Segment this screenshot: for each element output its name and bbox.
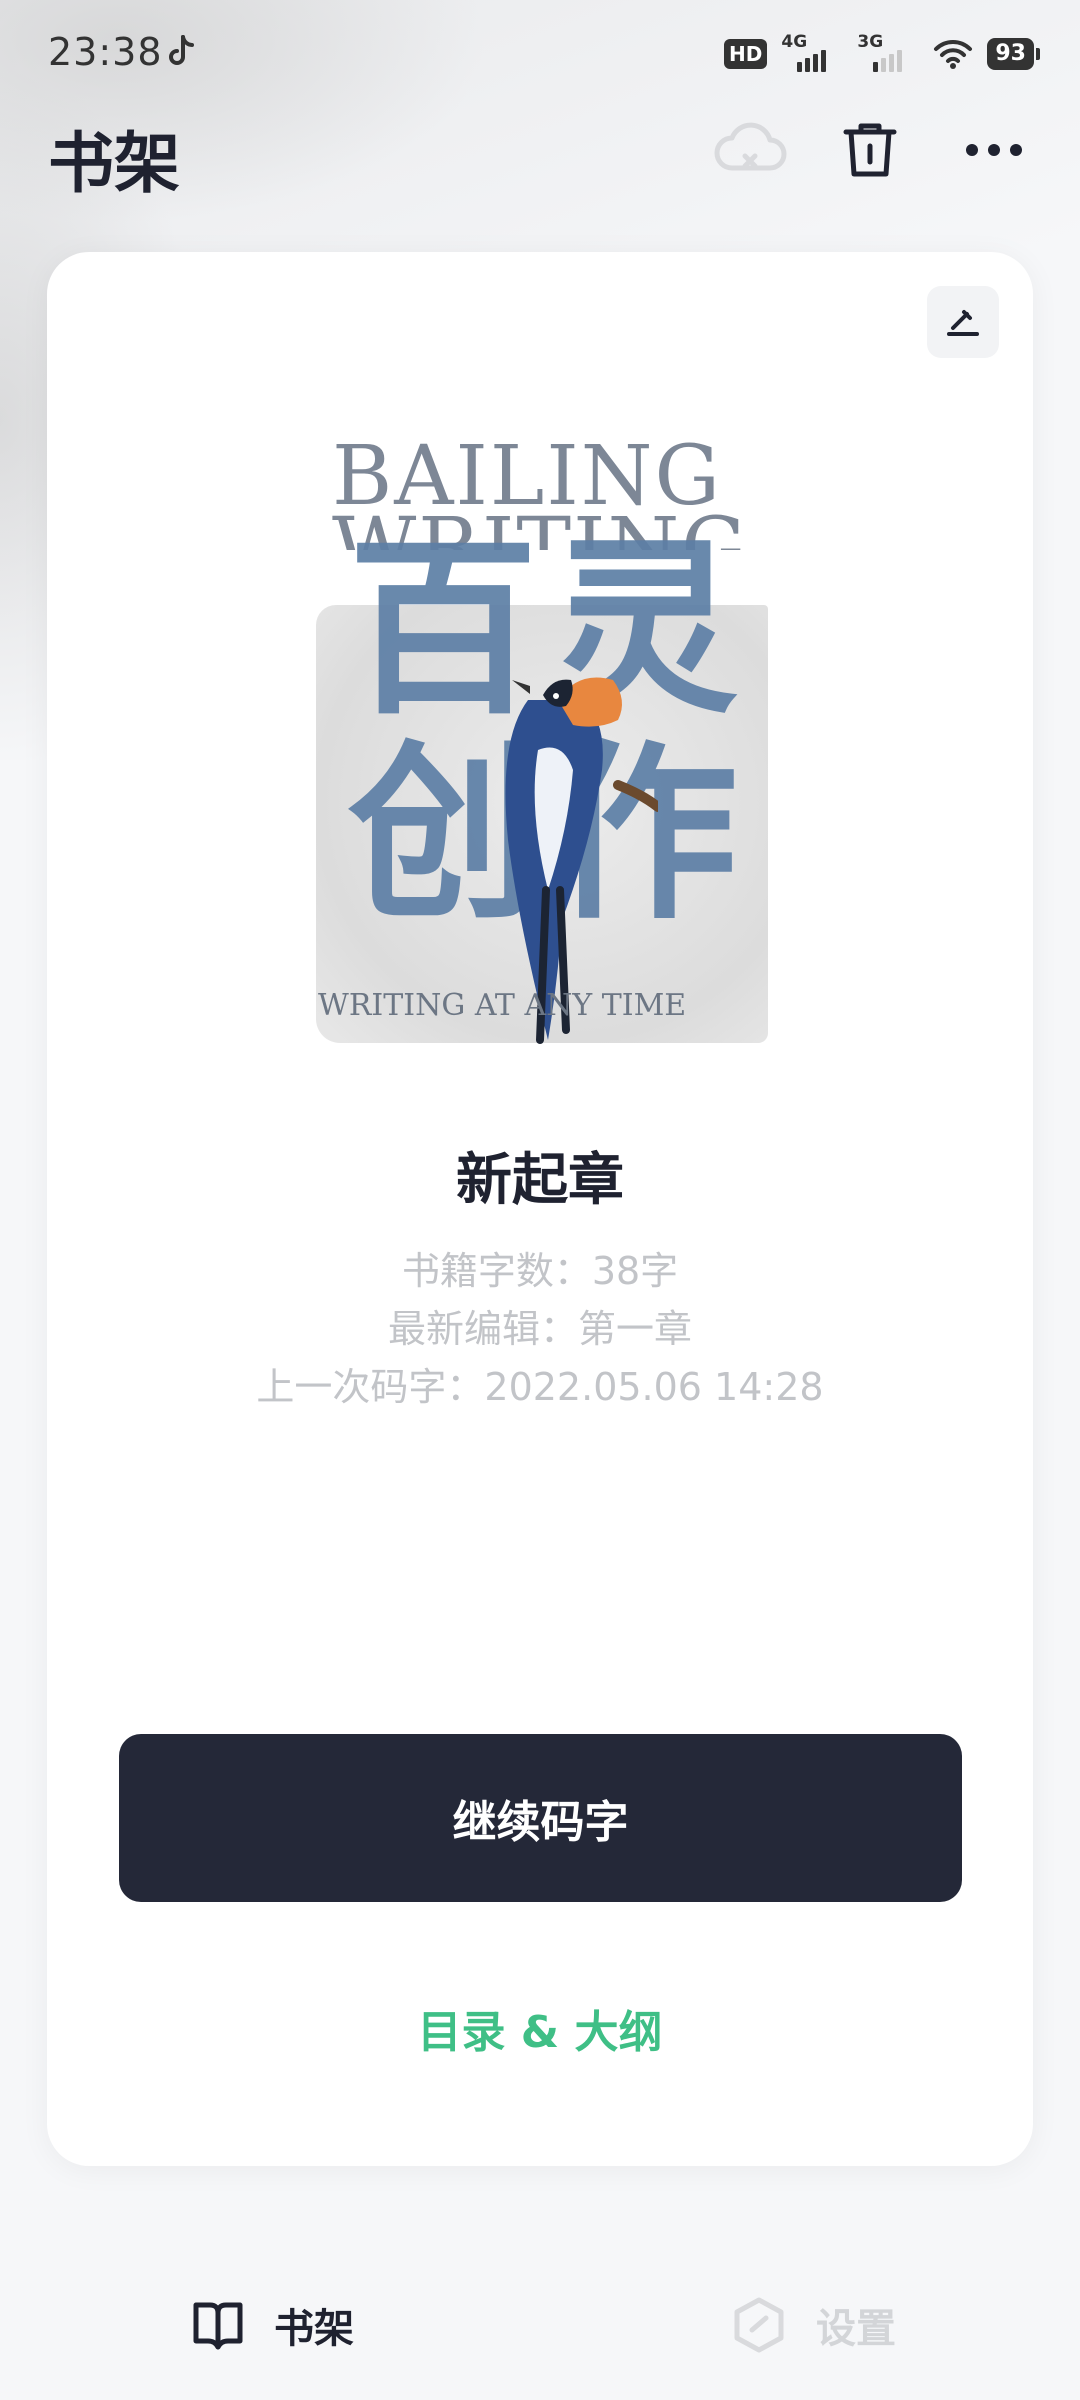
page-title: 书架	[48, 125, 180, 202]
battery-indicator: 93	[987, 38, 1040, 70]
cover-subtitle: WRITING AT ANY TIME	[318, 988, 687, 1023]
settings-icon	[734, 2297, 784, 2353]
book-word-count: 书籍字数：38字	[401, 1249, 679, 1293]
continue-writing-label: 继续码字	[452, 1797, 629, 1848]
tiktok-icon	[169, 35, 194, 65]
nav-label-bookshelf: 书架	[274, 2306, 354, 2352]
more-icon[interactable]	[954, 110, 1034, 190]
nav-item-settings[interactable]: 设置	[730, 2290, 896, 2360]
nav-label-settings: 设置	[816, 2306, 896, 2352]
toc-outline-link[interactable]: 目录 & 大纲	[47, 1996, 1033, 2060]
book-cover[interactable]: BAILING WRITING 百灵 创作 WRITING AT ANY TIM…	[268, 436, 768, 1050]
cloud-off-icon[interactable]	[710, 110, 790, 190]
signal-4g-label: 4G	[781, 32, 808, 52]
book-icon	[193, 2302, 243, 2350]
book-latest-edit: 最新编辑：第一章	[387, 1307, 692, 1351]
edit-icon	[947, 310, 979, 336]
hd-badge: HD	[724, 39, 768, 69]
edit-button[interactable]	[927, 286, 999, 358]
cover-title-line1: BAILING	[332, 429, 722, 524]
continue-writing-button[interactable]: 继续码字	[119, 1734, 962, 1902]
trash-icon[interactable]	[830, 110, 910, 190]
signal-3g-icon: 3G	[857, 32, 919, 74]
signal-3g-label: 3G	[857, 32, 884, 52]
wifi-icon	[934, 39, 973, 69]
status-indicators: HD 4G 3G 93	[724, 32, 1040, 74]
status-time: 23:38	[48, 30, 163, 74]
status-bar: 23:38 HD 4G 3G 93	[0, 0, 1080, 110]
book-title: 新起章	[456, 1148, 624, 1213]
book-last-typed: 上一次码字：2022.05.06 14:28	[256, 1365, 824, 1409]
bottom-nav: 书架 设置	[0, 2250, 1080, 2400]
nav-item-bookshelf[interactable]: 书架	[190, 2290, 354, 2360]
signal-4g-icon: 4G	[781, 32, 843, 74]
